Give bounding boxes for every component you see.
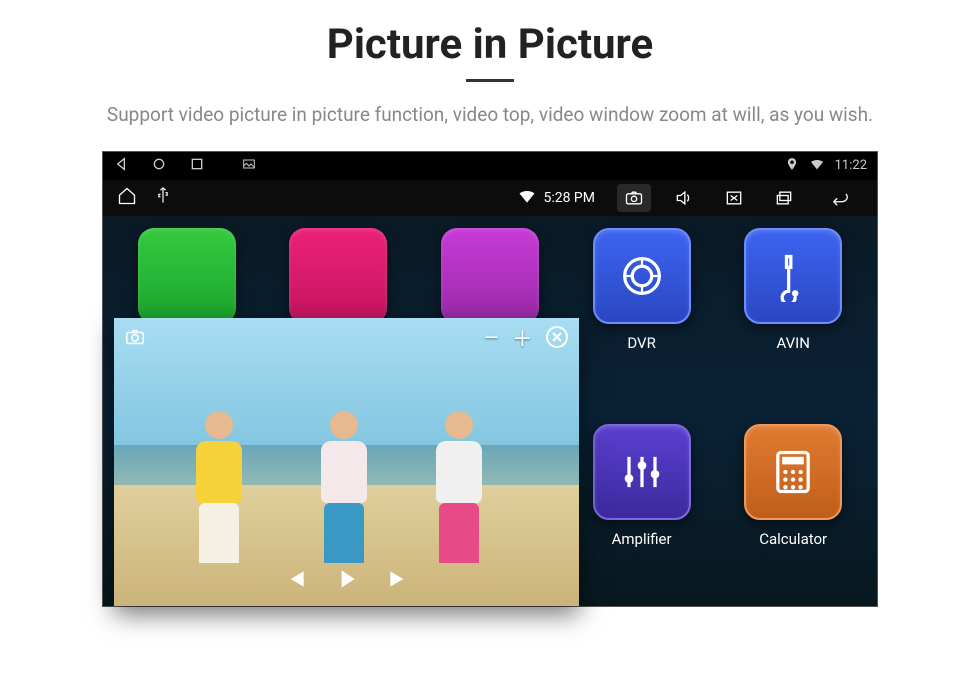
home-button-icon[interactable] [117,186,137,210]
screenshot-button[interactable] [617,184,651,212]
app-tile [138,228,236,324]
pip-play-button[interactable] [334,566,360,596]
close-window-button[interactable] [717,184,751,212]
wifi-status-icon [517,186,537,210]
gallery-icon[interactable] [241,156,257,176]
pip-close-button[interactable] [545,325,569,353]
av-jack-icon [767,250,819,302]
app-label: DVR [627,334,655,352]
app-tile [289,228,387,324]
back-icon[interactable] [113,156,129,176]
headunit-time: 5:28 PM [543,190,595,206]
pip-zoom-in-button[interactable]: + [514,324,531,354]
gauge-icon [616,250,668,302]
system-time: 11:22 [835,158,867,173]
back-button[interactable] [817,184,863,212]
app-tile [593,424,691,520]
app-label: Amplifier [612,530,672,548]
page-subtitle: Support video picture in picture functio… [55,102,925,129]
app-dvr[interactable]: DVR [580,228,704,352]
calculator-icon [767,446,819,498]
page-title: Picture in Picture [0,20,980,69]
app-avin[interactable]: AVIN [731,228,855,352]
app-tile [593,228,691,324]
app-tile [744,424,842,520]
app-amplifier[interactable]: Amplifier [580,424,704,548]
pip-window[interactable]: − + [114,318,579,606]
pip-prev-button[interactable] [282,566,308,596]
volume-button[interactable] [667,184,701,212]
equalizer-icon [616,446,668,498]
pip-transport-controls [282,566,412,596]
camera-icon[interactable] [124,326,146,352]
android-system-bar: 11:22 [103,152,877,180]
wifi-icon [809,156,825,176]
app-tile [441,228,539,324]
headunit-top-bar: 5:28 PM [103,180,877,216]
usb-icon[interactable] [153,186,173,210]
home-icon[interactable] [151,156,167,176]
location-icon [785,157,799,175]
app-tile [744,228,842,324]
title-underline [466,79,514,82]
app-label: AVIN [776,334,809,352]
pip-zoom-out-button[interactable]: − [483,324,500,354]
multitask-button[interactable] [767,184,801,212]
pip-next-button[interactable] [386,566,412,596]
app-calculator[interactable]: Calculator [731,424,855,548]
app-label: Calculator [759,530,827,548]
recent-icon[interactable] [189,156,205,176]
pip-video-frame [114,318,579,606]
